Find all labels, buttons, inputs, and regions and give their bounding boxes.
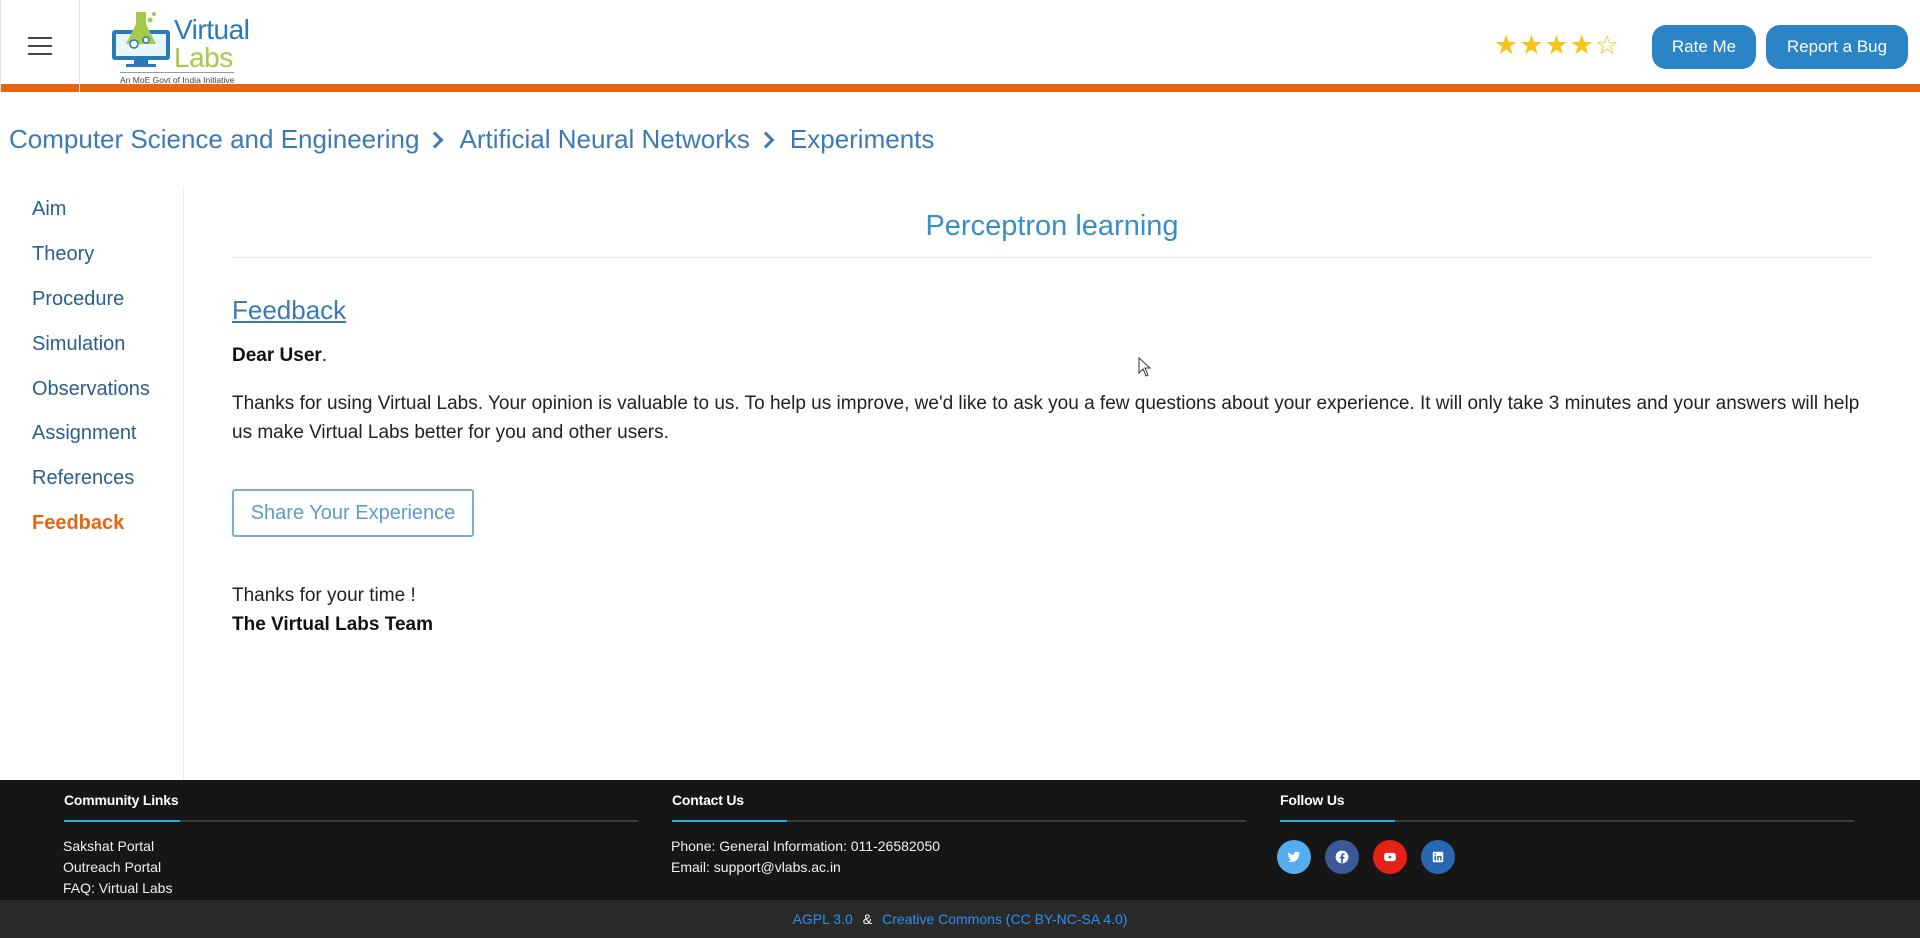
footer-link-faq[interactable]: FAQ: Virtual Labs	[63, 880, 172, 896]
experiment-sidebar: Aim Theory Procedure Simulation Observat…	[0, 186, 184, 780]
footer-contact-phone: Phone: General Information: 011-26582050	[671, 838, 941, 854]
report-bug-button[interactable]: Report a Bug	[1766, 25, 1908, 69]
footer-community-heading: Community Links	[64, 792, 179, 808]
youtube-icon	[1384, 852, 1396, 862]
mouse-cursor-icon	[1138, 357, 1152, 377]
facebook-button[interactable]	[1325, 840, 1359, 874]
star-filled-icon[interactable]: ★	[1570, 30, 1594, 60]
sidebar-item-assignment[interactable]: Assignment	[32, 422, 137, 445]
site-footer: Community Links Sakshat Portal Outreach …	[0, 780, 1920, 900]
star-filled-icon[interactable]: ★	[1544, 30, 1568, 60]
footer-divider	[1280, 820, 1854, 822]
greeting-name: Dear User	[232, 345, 322, 366]
creative-commons-link[interactable]: Creative Commons (CC BY-NC-SA 4.0)	[882, 911, 1127, 927]
sidebar-item-feedback[interactable]: Feedback	[32, 512, 124, 535]
license-separator: &	[862, 911, 873, 927]
footer-follow-heading: Follow Us	[1280, 792, 1345, 808]
greeting: Dear User.	[232, 345, 327, 367]
sidebar-item-aim[interactable]: Aim	[32, 198, 66, 221]
footer-divider	[672, 820, 1246, 822]
breadcrumb-item-lab[interactable]: Artificial Neural Networks	[459, 124, 749, 155]
chevron-right-icon	[426, 131, 444, 148]
footer-divider	[64, 820, 638, 822]
twitter-icon	[1287, 851, 1301, 863]
twitter-button[interactable]	[1277, 840, 1311, 874]
flask-monitor-icon	[112, 12, 170, 67]
top-header: Virtual Labs An MoE Govt of India Initia…	[0, 0, 1920, 92]
breadcrumb-item-experiments[interactable]: Experiments	[790, 124, 935, 155]
sidebar-item-simulation[interactable]: Simulation	[32, 333, 125, 356]
sidebar-item-references[interactable]: References	[32, 467, 134, 490]
experiment-title: Perceptron learning	[232, 210, 1872, 258]
greeting-punctuation: .	[321, 345, 328, 366]
feedback-heading-link[interactable]: Feedback	[232, 295, 346, 326]
footer-link-sakshat[interactable]: Sakshat Portal	[63, 838, 154, 854]
agpl-license-link[interactable]: AGPL 3.0	[793, 911, 853, 927]
breadcrumb: Computer Science and Engineering Artific…	[9, 124, 934, 155]
linkedin-button[interactable]	[1421, 840, 1455, 874]
thanks-text: Thanks for your time !	[232, 585, 416, 606]
breadcrumb-item-department[interactable]: Computer Science and Engineering	[9, 124, 419, 155]
star-filled-icon[interactable]: ★	[1519, 30, 1543, 60]
star-empty-icon[interactable]: ☆	[1595, 30, 1619, 60]
license-bar: AGPL 3.0 & Creative Commons (CC BY-NC-SA…	[0, 900, 1920, 938]
youtube-button[interactable]	[1373, 840, 1407, 874]
virtual-labs-logo[interactable]: Virtual Labs An MoE Govt of India Initia…	[108, 6, 258, 86]
chevron-right-icon	[757, 131, 775, 148]
facebook-icon	[1335, 850, 1349, 864]
rating-stars[interactable]: ★ ★ ★ ★ ☆	[1494, 30, 1619, 60]
hamburger-menu-button[interactable]	[0, 0, 80, 92]
rate-me-button[interactable]: Rate Me	[1652, 25, 1756, 69]
logo-word-labs: Labs	[174, 42, 233, 73]
footer-link-outreach[interactable]: Outreach Portal	[63, 859, 161, 875]
footer-contact-heading: Contact Us	[672, 792, 744, 808]
sidebar-item-theory[interactable]: Theory	[32, 243, 94, 266]
footer-contact-email[interactable]: Email: support@vlabs.ac.in	[671, 859, 841, 875]
linkedin-icon	[1432, 851, 1444, 863]
feedback-paragraph: Thanks for using Virtual Labs. Your opin…	[232, 393, 1860, 443]
star-filled-icon[interactable]: ★	[1494, 30, 1518, 60]
sidebar-item-observations[interactable]: Observations	[32, 378, 150, 401]
logo-tagline: An MoE Govt of India Initiative	[120, 72, 235, 85]
sidebar-item-procedure[interactable]: Procedure	[32, 288, 124, 311]
share-experience-button[interactable]: Share Your Experience	[232, 489, 474, 537]
hamburger-menu-icon	[28, 37, 52, 55]
signature-text: The Virtual Labs Team	[232, 614, 433, 635]
